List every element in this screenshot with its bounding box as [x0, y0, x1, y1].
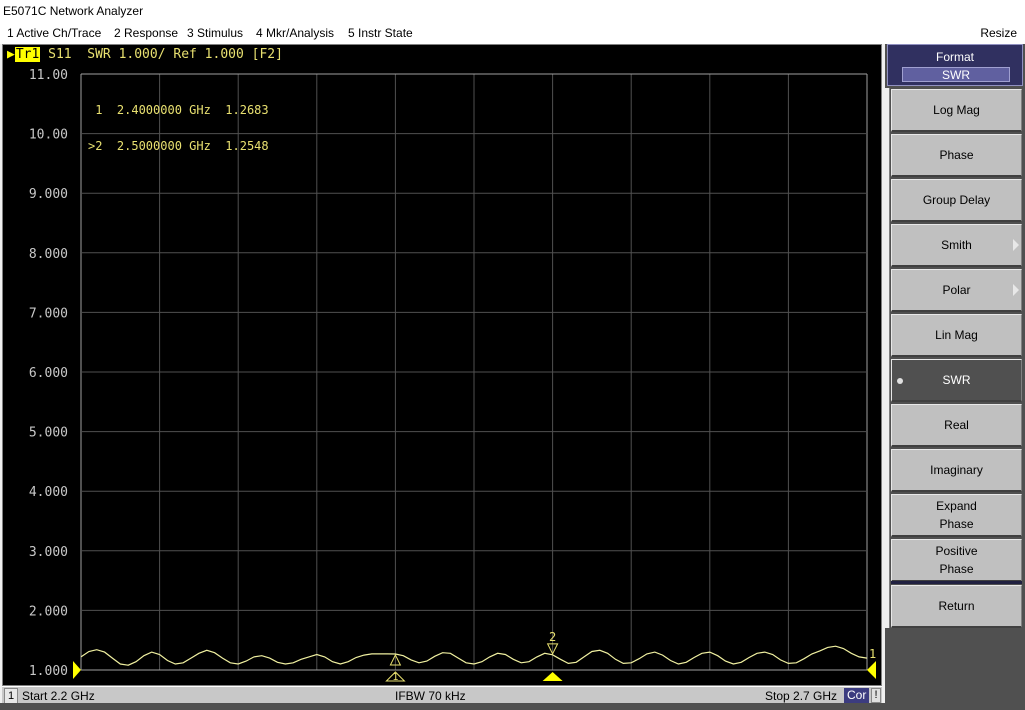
softkey-smith[interactable]: Smith [891, 224, 1022, 267]
correction-status-badge: Cor [844, 688, 870, 703]
softkey-expand-phase[interactable]: Expand Phase [891, 494, 1022, 537]
bottom-strip [0, 703, 1025, 710]
selected-indicator-icon [897, 378, 903, 384]
status-bar: 1 Start 2.2 GHz IFBW 70 kHz Stop 2.7 GHz… [2, 686, 882, 704]
softkey-return[interactable]: Return [891, 585, 1022, 628]
trace-number-label: 1 [869, 647, 876, 661]
softkey-phase[interactable]: Phase [891, 134, 1022, 177]
submenu-arrow-icon [1013, 239, 1019, 251]
softkey-label: Lin Mag [935, 328, 978, 342]
softkey-label: SWR [942, 373, 971, 387]
softkey-current-value: SWR [902, 67, 1010, 82]
marker-value: 1.2548 [225, 139, 269, 153]
y-tick-label: 6.000 [29, 366, 68, 381]
trace-header[interactable]: ▶Tr1 S11 SWR 1.000/ Ref 1.000 [F2] [7, 47, 283, 62]
trace-end-marker-icon [867, 661, 876, 679]
softkey-label: Return [938, 599, 975, 613]
menu-bar: 1 Active Ch/Trace 2 Response 3 Stimulus … [0, 22, 1025, 44]
softkey-label: Log Mag [933, 103, 980, 117]
submenu-arrow-icon [1013, 284, 1019, 296]
trace-info: S11 SWR 1.000/ Ref 1.000 [F2] [40, 47, 283, 62]
window-title: E5071C Network Analyzer [3, 4, 144, 18]
y-tick-label: 9.000 [29, 187, 68, 202]
softkey-header: Format SWR [887, 44, 1023, 86]
softkey-panel: Format SWR Log Mag Phase Group Delay Smith P… [885, 44, 1025, 703]
marker-id: 1 [88, 103, 103, 117]
y-tick-label: 1.000 [29, 664, 68, 679]
warning-icon: ! [871, 688, 881, 703]
y-tick-label: 8.000 [29, 247, 68, 262]
start-frequency[interactable]: Start 2.2 GHz [22, 689, 95, 703]
softkey-real[interactable]: Real [891, 404, 1022, 447]
y-tick-label: 3.000 [29, 545, 68, 560]
y-tick-label: 7.000 [29, 306, 68, 321]
ifbw[interactable]: IFBW 70 kHz [395, 689, 466, 703]
menu-instr-state[interactable]: 5 Instr State [348, 26, 413, 40]
softkey-label: Smith [941, 238, 972, 252]
resize-button[interactable]: Resize [980, 26, 1017, 40]
stop-frequency[interactable]: Stop 2.7 GHz [765, 689, 837, 703]
window-title-bar: E5071C Network Analyzer [0, 0, 1025, 22]
marker-id: >2 [88, 139, 103, 153]
y-tick-label: 4.000 [29, 485, 68, 500]
softkey-label: Positive Phase [935, 544, 978, 576]
menu-active-ch-trace[interactable]: 1 Active Ch/Trace [7, 26, 101, 40]
marker-value: 1.2683 [225, 103, 269, 117]
softkey-scroll-strip[interactable] [885, 88, 890, 628]
y-tick-label: 5.000 [29, 426, 68, 441]
marker-1-label: 1 [392, 672, 398, 683]
softkey-label: Polar [942, 283, 971, 297]
softkey-swr[interactable]: SWR [891, 359, 1022, 402]
y-tick-label: 2.000 [29, 604, 68, 619]
marker-freq: 2.5000000 GHz [116, 139, 211, 153]
softkey-lin-mag[interactable]: Lin Mag [891, 314, 1022, 357]
marker-readout: 1 2.4000000 GHz 1.2683 >2 2.5000000 GHz … [88, 80, 269, 176]
softkey-label: Phase [939, 148, 974, 162]
softkey-label: Expand Phase [936, 499, 977, 531]
softkey-label: Group Delay [922, 193, 991, 207]
softkey-log-mag[interactable]: Log Mag [891, 89, 1022, 132]
marker-readout-row: 1 2.4000000 GHz 1.2683 [88, 103, 269, 117]
softkey-group-delay[interactable]: Group Delay [891, 179, 1022, 222]
softkey-separator [891, 581, 1022, 584]
marker-2-stimulus-icon [542, 672, 563, 681]
menu-response[interactable]: 2 Response [114, 26, 178, 40]
menu-stimulus[interactable]: 3 Stimulus [187, 26, 243, 40]
trace-badge[interactable]: Tr1 [14, 47, 41, 62]
softkey-imaginary[interactable]: Imaginary [891, 449, 1022, 492]
marker-2-label: 2 [549, 630, 556, 644]
softkey-menu-title: Format [935, 50, 974, 64]
softkey-label: Imaginary [930, 463, 983, 477]
channel-number[interactable]: 1 [4, 688, 18, 704]
menu-mkr-analysis[interactable]: 4 Mkr/Analysis [256, 26, 334, 40]
reference-level-marker-icon [73, 661, 81, 679]
softkey-positive-phase[interactable]: Positive Phase [891, 539, 1022, 582]
marker-freq: 2.4000000 GHz [116, 103, 211, 117]
marker-readout-row: >2 2.5000000 GHz 1.2548 [88, 140, 269, 152]
y-tick-label: 11.00 [29, 68, 68, 83]
active-trace-arrow-icon: ▶ [7, 47, 15, 62]
softkey-label: Real [944, 418, 969, 432]
y-tick-label: 10.00 [29, 128, 68, 143]
softkey-polar[interactable]: Polar [891, 269, 1022, 312]
trace-display[interactable]: 11.00 10.00 9.000 8.000 7.000 6.000 5.000 4.000… [2, 44, 882, 686]
